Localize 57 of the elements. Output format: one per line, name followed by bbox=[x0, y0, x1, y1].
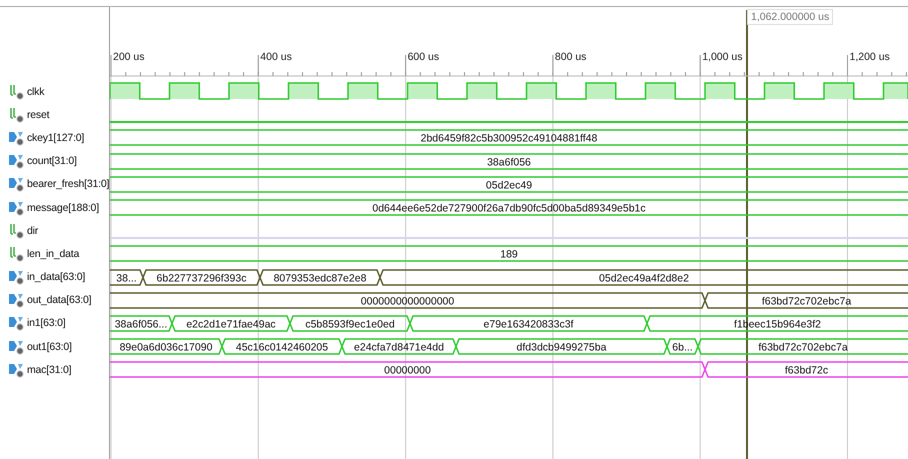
signal-name[interactable]: count[31:0] bbox=[27, 155, 77, 168]
bus-signal-icon bbox=[9, 130, 25, 146]
bus-signal-icon bbox=[9, 315, 25, 332]
time-tick-label: 600 us bbox=[408, 51, 440, 63]
signal-name[interactable]: out_data[63:0] bbox=[27, 294, 92, 306]
bit-signal-icon bbox=[9, 106, 25, 123]
bus-value: 89e0a6d036c17090 bbox=[120, 342, 212, 354]
bus-value: 8079353edc87e2e8 bbox=[274, 272, 366, 284]
bus-value: 0d644ee6e52de727900f26a7db90fc5d00ba5d89349e5b1c bbox=[372, 202, 646, 214]
bus-value: f63bd72c702ebc7a bbox=[758, 342, 848, 354]
bus-value: e24cfa7d8471e4dd bbox=[354, 342, 444, 354]
bus-value: e79e163420833c3f bbox=[484, 318, 574, 330]
bus-signal-icon bbox=[9, 176, 25, 192]
signal-name[interactable]: len_in_data bbox=[27, 248, 80, 260]
bit-signal-icon bbox=[9, 246, 25, 262]
bus-value: 38a6f056 bbox=[487, 156, 531, 168]
time-cursor[interactable] bbox=[746, 10, 748, 459]
bus-value: 05d2ec49 bbox=[486, 179, 532, 192]
bus-signal-icon bbox=[9, 269, 25, 286]
cursor-time-label: 1,062.000000 us bbox=[747, 9, 834, 25]
signal-name[interactable]: out1[63:0] bbox=[27, 340, 72, 353]
time-tick-label: 1,200 us bbox=[850, 51, 890, 63]
bus-signal-icon bbox=[9, 292, 25, 308]
bus-value: e2c2d1e71fae49ac bbox=[186, 318, 276, 330]
bus-signal-icon bbox=[9, 362, 25, 378]
bit-signal-icon bbox=[9, 222, 25, 239]
bus-value: c5b8593f9ec1e0ed bbox=[305, 318, 395, 330]
bus-value: 00000000 bbox=[384, 364, 431, 377]
bus-signal-icon bbox=[9, 200, 25, 216]
bus-value: 6b227737296f393c bbox=[156, 272, 246, 284]
signal-name[interactable]: dir bbox=[27, 224, 38, 237]
signal-name[interactable]: in1[63:0] bbox=[27, 317, 66, 330]
signal-name[interactable]: in_data[63:0] bbox=[27, 271, 86, 284]
bus-value: 2bd6459f82c5b300952c49104881ff48 bbox=[420, 132, 598, 145]
bit-signal-icon bbox=[9, 84, 25, 100]
bus-value: 0000000000000000 bbox=[360, 295, 454, 308]
signal-name[interactable]: ckey1[127:0] bbox=[27, 132, 84, 144]
bus-value: 189 bbox=[500, 248, 518, 261]
signal-name[interactable]: mac[31:0] bbox=[27, 364, 72, 376]
signal-name[interactable]: message[188:0] bbox=[27, 202, 99, 214]
signal-name[interactable]: reset bbox=[27, 108, 50, 121]
time-tick-label: 200 us bbox=[113, 51, 145, 63]
time-tick-label: 400 us bbox=[260, 51, 292, 63]
bus-signal-icon bbox=[9, 338, 25, 355]
bus-value: dfd3dcb9499275ba bbox=[516, 342, 606, 354]
bus-value: f63bd72c702ebc7a bbox=[762, 295, 852, 308]
bus-value: 05d2ec49a4f2d8e2 bbox=[599, 272, 689, 284]
time-tick-label: 800 us bbox=[554, 51, 586, 63]
bus-value: 6b... bbox=[672, 342, 693, 354]
bus-value: f63bd72c bbox=[784, 364, 828, 377]
signal-name[interactable]: clkk bbox=[27, 86, 44, 98]
bus-signal-icon bbox=[9, 153, 25, 170]
bus-value: 45c16c0142460205 bbox=[236, 342, 328, 354]
bus-value: 38... bbox=[116, 272, 137, 284]
signal-name[interactable]: bearer_fresh[31:0] bbox=[27, 178, 110, 190]
time-tick-label: 1,000 us bbox=[702, 51, 742, 63]
bus-value: 38a6f056... bbox=[114, 318, 168, 330]
